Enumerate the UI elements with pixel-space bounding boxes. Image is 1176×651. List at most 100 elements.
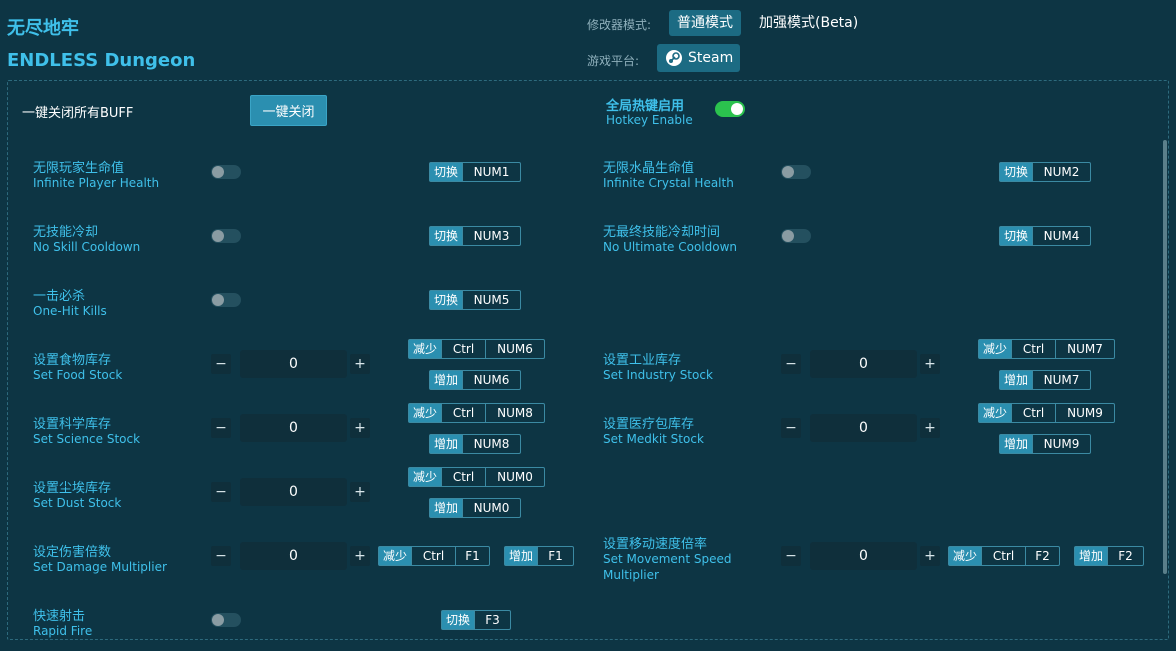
modifier-key: Ctrl — [411, 547, 455, 565]
steam-icon — [666, 50, 682, 66]
hotkey-industry-stock-decrease[interactable]: 减少 Ctrl NUM7 — [978, 339, 1116, 359]
decrease-action-label: 减少 — [379, 547, 412, 565]
hotkey-food-stock-decrease[interactable]: 减少 Ctrl NUM6 — [408, 339, 546, 359]
hotkey-medkit-stock-decrease[interactable]: 减少 Ctrl NUM9 — [978, 403, 1116, 423]
increment-button[interactable]: + — [350, 482, 370, 502]
infinite-player-health-toggle[interactable] — [211, 165, 241, 179]
hotkey-science-stock-decrease[interactable]: 减少 Ctrl NUM8 — [408, 403, 546, 423]
hotkey-infinite-player-health[interactable]: 切换 NUM1 — [429, 162, 522, 182]
hotkey-rapid-fire[interactable]: 切换 F3 — [441, 610, 512, 630]
increment-button[interactable]: + — [920, 418, 940, 438]
hotkey-one-hit-kills[interactable]: 切换 NUM5 — [429, 290, 522, 310]
option-label-en: Set Medkit Stock — [603, 432, 704, 446]
option-label-en: Set Food Stock — [33, 368, 123, 382]
option-label-cn: 设置医疗包库存 — [603, 417, 695, 432]
hotkey-key: NUM7 — [1055, 340, 1114, 358]
decrement-button[interactable]: − — [211, 546, 231, 566]
decrease-action-label: 减少 — [979, 404, 1012, 422]
option-label-en: Set Science Stock — [33, 432, 141, 446]
hotkey-movement-speed-decrease[interactable]: 减少 Ctrl F2 — [948, 546, 1061, 566]
close-all-button[interactable]: 一键关闭 — [250, 95, 327, 126]
one-hit-kills-toggle[interactable] — [211, 293, 241, 307]
toggle-action-label: 切换 — [430, 163, 463, 181]
hotkey-dust-stock-decrease[interactable]: 减少 Ctrl NUM0 — [408, 467, 546, 487]
decrement-button[interactable]: − — [211, 418, 231, 438]
movement-speed-input[interactable] — [810, 542, 917, 570]
hotkey-key: NUM6 — [462, 371, 520, 389]
increment-button[interactable]: + — [350, 354, 370, 374]
hotkey-no-skill-cooldown[interactable]: 切换 NUM3 — [429, 226, 522, 246]
platform-label: 游戏平台: — [587, 54, 640, 68]
hotkey-food-stock-increase[interactable]: 增加 NUM6 — [429, 370, 522, 390]
decrease-action-label: 减少 — [409, 468, 442, 486]
mode-label: 修改器模式: — [587, 18, 652, 32]
decrement-button[interactable]: − — [211, 354, 231, 374]
increase-action-label: 增加 — [1075, 547, 1108, 565]
decrease-action-label: 减少 — [409, 404, 442, 422]
hotkey-key: NUM8 — [485, 404, 544, 422]
hotkey-medkit-stock-increase[interactable]: 增加 NUM9 — [999, 434, 1092, 454]
option-label-en: One-Hit Kills — [33, 304, 107, 318]
close-all-buff-label: 一键关闭所有BUFF — [22, 106, 134, 121]
hotkey-key: NUM6 — [485, 340, 544, 358]
toggle-knob — [212, 294, 224, 306]
toggle-knob — [782, 230, 794, 242]
decrease-action-label: 减少 — [979, 340, 1012, 358]
no-ultimate-cooldown-toggle[interactable] — [781, 229, 811, 243]
damage-multiplier-input[interactable] — [240, 542, 347, 570]
toggle-knob — [212, 166, 224, 178]
increment-button[interactable]: + — [350, 418, 370, 438]
increment-button[interactable]: + — [920, 546, 940, 566]
hotkey-science-stock-increase[interactable]: 增加 NUM8 — [429, 434, 522, 454]
increase-action-label: 增加 — [430, 371, 463, 389]
hotkey-infinite-crystal-health[interactable]: 切换 NUM2 — [999, 162, 1092, 182]
industry-stock-input[interactable] — [810, 350, 917, 378]
rapid-fire-toggle[interactable] — [211, 613, 241, 627]
option-label-cn: 设置科学库存 — [33, 417, 112, 432]
hotkey-key: NUM4 — [1032, 227, 1090, 245]
science-stock-input[interactable] — [240, 414, 347, 442]
infinite-crystal-health-toggle[interactable] — [781, 165, 811, 179]
increment-button[interactable]: + — [350, 546, 370, 566]
toggle-knob — [731, 103, 743, 115]
hotkey-key: NUM7 — [1032, 371, 1090, 389]
option-label-cn: 无限水晶生命值 — [603, 161, 695, 176]
toggle-action-label: 切换 — [1000, 227, 1033, 245]
enhanced-mode-button[interactable]: 加强模式(Beta) — [751, 10, 866, 36]
option-label-cn: 一击必杀 — [33, 289, 86, 304]
hotkey-dust-stock-increase[interactable]: 增加 NUM0 — [429, 498, 522, 518]
hotkey-key: F3 — [474, 611, 510, 629]
hotkey-industry-stock-increase[interactable]: 增加 NUM7 — [999, 370, 1092, 390]
hotkey-key: F1 — [455, 547, 489, 565]
medkit-stock-input[interactable] — [810, 414, 917, 442]
normal-mode-button[interactable]: 普通模式 — [669, 10, 741, 36]
no-skill-cooldown-toggle[interactable] — [211, 229, 241, 243]
increment-button[interactable]: + — [920, 354, 940, 374]
hotkey-key: NUM3 — [462, 227, 520, 245]
decrement-button[interactable]: − — [781, 354, 801, 374]
option-label-en: Set Damage Multiplier — [33, 560, 167, 574]
modifier-key: Ctrl — [981, 547, 1025, 565]
option-label-cn: 无限玩家生命值 — [33, 161, 125, 176]
hotkey-key: F2 — [1025, 547, 1059, 565]
hotkey-damage-multiplier-increase[interactable]: 增加 F1 — [504, 546, 575, 566]
hotkey-movement-speed-increase[interactable]: 增加 F2 — [1074, 546, 1145, 566]
option-label-en: Set Dust Stock — [33, 496, 122, 510]
hotkey-no-ultimate-cooldown[interactable]: 切换 NUM4 — [999, 226, 1092, 246]
hotkey-key: NUM5 — [462, 291, 520, 309]
steam-platform-button[interactable]: Steam — [657, 44, 740, 72]
scrollbar[interactable] — [1163, 140, 1167, 574]
dust-stock-input[interactable] — [240, 478, 347, 506]
option-label-en: Set Industry Stock — [603, 368, 713, 382]
option-label-cn: 设置工业库存 — [603, 353, 682, 368]
hotkey-enable-toggle[interactable] — [715, 101, 745, 117]
decrement-button[interactable]: − — [781, 546, 801, 566]
hotkey-damage-multiplier-decrease[interactable]: 减少 Ctrl F1 — [378, 546, 491, 566]
modifier-key: Ctrl — [1011, 340, 1055, 358]
decrement-button[interactable]: − — [211, 482, 231, 502]
modifier-key: Ctrl — [441, 340, 485, 358]
option-label-cn: 快速射击 — [33, 609, 86, 624]
decrement-button[interactable]: − — [781, 418, 801, 438]
food-stock-input[interactable] — [240, 350, 347, 378]
option-label-en: Rapid Fire — [33, 624, 93, 638]
